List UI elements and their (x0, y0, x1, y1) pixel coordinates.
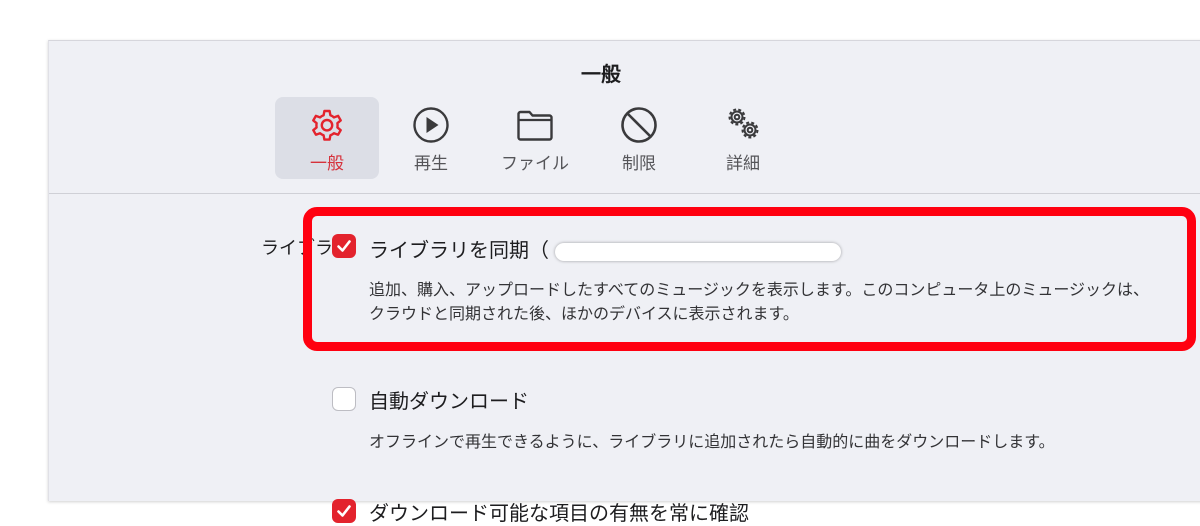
tab-files-label: ファイル (501, 154, 569, 174)
auto-download-label: 自動ダウンロード (369, 389, 529, 413)
checkmark-icon (337, 505, 351, 517)
play-circle-icon (413, 107, 449, 143)
preferences-window: 一般 一般 再生 ファイル 制限 詳細 ライブラリ ライブラリを同期（ 追加、購… (48, 40, 1200, 525)
general-settings-panel: ライブラリ ライブラリを同期（ 追加、購入、アップロードしたすべてのミュージック… (49, 194, 1200, 525)
auto-download-description: オフラインで再生できるように、ライブラリに追加されたら自動的に曲をダウンロードし… (369, 432, 1055, 451)
tab-advanced-label: 詳細 (726, 154, 760, 174)
gears-icon (728, 108, 759, 139)
sync-library-label-text: ライブラリを同期（ (369, 238, 549, 262)
tab-general[interactable]: 一般 (275, 97, 379, 179)
folder-icon (517, 110, 553, 141)
tab-playback-label: 再生 (414, 154, 448, 174)
window-title: 一般 (581, 62, 621, 86)
auto-download-checkbox[interactable] (332, 387, 356, 411)
tab-restrictions[interactable]: 制限 (587, 97, 691, 179)
tab-general-label: 一般 (310, 154, 344, 174)
preferences-toolbar: 一般 一般 再生 ファイル 制限 詳細 (49, 41, 1200, 194)
sync-library-description: 追加、購入、アップロードしたすべてのミュージックを表示します。このコンピュータ上… (369, 280, 1150, 323)
sync-library-checkbox[interactable] (332, 234, 356, 258)
tab-advanced[interactable]: 詳細 (691, 97, 795, 179)
check-downloads-label: ダウンロード可能な項目の有無を常に確認 (369, 501, 749, 525)
sync-library-label: ライブラリを同期（ (369, 234, 841, 263)
gear-icon (312, 109, 342, 141)
prohibited-icon (621, 107, 657, 143)
check-downloads-checkbox[interactable] (332, 499, 356, 523)
tab-restrictions-label: 制限 (622, 154, 656, 174)
tab-playback[interactable]: 再生 (379, 97, 483, 179)
checkmark-icon (337, 240, 351, 252)
tab-files[interactable]: ファイル (483, 97, 587, 179)
redacted-account-bar (555, 242, 841, 261)
